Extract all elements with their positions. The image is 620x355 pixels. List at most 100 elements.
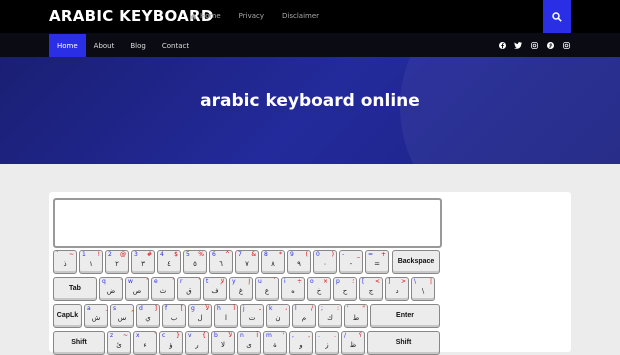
key-row3-1[interactable]: sٍس (110, 304, 134, 328)
key-shift-char: ـ (259, 305, 261, 312)
key-row4-5[interactable]: n آى (237, 331, 261, 355)
key-0[interactable]: ` ~ ذ (53, 250, 77, 274)
caps-lock-key[interactable]: CapLk (53, 304, 82, 328)
key-shift-char: / (310, 305, 313, 312)
key-7[interactable]: 7 & ٧ (235, 250, 259, 274)
key-row3-10[interactable]: ' " ط (344, 304, 368, 328)
key-arabic-char: م (301, 314, 307, 322)
top-link-privacy[interactable]: Privacy (239, 12, 264, 20)
key-row3-7[interactable]: k ، ن (266, 304, 290, 328)
key-row3-2[interactable]: d] ي (136, 304, 160, 328)
top-link-home[interactable]: Home (190, 12, 221, 20)
key-row4-4[interactable]: b لآ لا (211, 331, 235, 355)
key-arabic-char: \ (421, 287, 425, 295)
key-latin-char: , (292, 332, 294, 339)
nav-item-blog[interactable]: Blog (122, 34, 153, 57)
key-2[interactable]: 2 @٢ (105, 250, 129, 274)
key-row2-12[interactable]: \ | \ (411, 277, 435, 301)
key-row4-0[interactable]: z ~ ئ (107, 331, 131, 355)
key-row3-4[interactable]: g لأ ل (188, 304, 212, 328)
key-shift-char: * (279, 251, 282, 258)
key-row2-0[interactable]: qَض (99, 277, 123, 301)
key-latin-char: 8 (264, 251, 268, 258)
nav-item-contact[interactable]: Contact (154, 34, 197, 57)
key-shift-char: < (374, 278, 380, 285)
key-row2-3[interactable]: rٌق (177, 277, 201, 301)
key-row4-8[interactable]: .. ز (315, 331, 339, 355)
key-latin-char: 1 (82, 251, 86, 258)
key-row2-6[interactable]: u ` ع (255, 277, 279, 301)
site-brand[interactable]: ARABIC KEYBOARD (49, 7, 214, 25)
key-latin-char: u (258, 278, 262, 285)
key-row2-9[interactable]: p ؛ ح (333, 277, 357, 301)
key-row3-8[interactable]: l / م (292, 304, 316, 328)
key-row4-3[interactable]: v {ر (185, 331, 209, 355)
instagram-icon[interactable] (530, 41, 538, 49)
key-arabic-char: ٥ (193, 260, 197, 268)
key-latin-char: . (318, 332, 320, 339)
key-latin-char: [ (362, 278, 365, 285)
backspace-key[interactable]: Backspace (392, 250, 440, 274)
key-row4-9[interactable]: / ؟ ظ (341, 331, 365, 355)
key-arabic-char: ٣ (141, 260, 145, 268)
key-3[interactable]: 3 #٣ (131, 250, 155, 274)
key-arabic-char: ي (145, 314, 151, 322)
key-shift-char: _ (357, 251, 360, 258)
pinterest-icon[interactable] (546, 41, 554, 49)
key-row3-9[interactable]: ;: ك (318, 304, 342, 328)
key-row2-2[interactable]: eُث (151, 277, 175, 301)
key-shift-char: : (336, 305, 339, 312)
shift-left-key[interactable]: Shift (53, 331, 105, 355)
key-shift-char: لإ (220, 278, 224, 285)
key-latin-char: c (162, 332, 166, 339)
key-shift-char: إ (248, 278, 250, 285)
key-row2-8[interactable]: o × خ (307, 277, 331, 301)
shift-right-key[interactable]: Shift (367, 331, 440, 355)
key-6[interactable]: 6 ^ ٦ (209, 250, 233, 274)
key-arabic-char: = (374, 260, 380, 268)
key-4[interactable]: 4 $٤ (157, 250, 181, 274)
key-row3-3[interactable]: f [ب (162, 304, 186, 328)
key-row2-7[interactable]: i ÷ ه (281, 277, 305, 301)
key-shift-char: , (308, 332, 310, 339)
key-latin-char: / (344, 332, 347, 339)
key-latin-char: m (266, 332, 272, 339)
enter-key[interactable]: Enter (370, 304, 440, 328)
key-arabic-char: ر (195, 341, 199, 349)
key-5[interactable]: 5% ٥ (183, 250, 207, 274)
key-row2-4[interactable]: t لإ ف (203, 277, 227, 301)
key-1[interactable]: 1! ١ (79, 250, 103, 274)
keyboard-text-area[interactable] (53, 198, 442, 248)
key-11[interactable]: - _ - (339, 250, 363, 274)
key-row3-0[interactable]: aِش (84, 304, 108, 328)
key-row3-5[interactable]: h أا (214, 304, 238, 328)
key-row3-6[interactable]: j ـت (240, 304, 264, 328)
nav-item-about[interactable]: About (86, 34, 123, 57)
tab-key[interactable]: Tab (53, 277, 97, 301)
key-row2-10[interactable]: [< ج (359, 277, 383, 301)
key-12[interactable]: = + = (365, 250, 389, 274)
key-shift-char: ) (331, 251, 334, 258)
key-latin-char: 0 (316, 251, 320, 258)
instagram-icon[interactable] (562, 41, 570, 49)
key-row4-6[interactable]: m ' ة (263, 331, 287, 355)
key-9[interactable]: 9 (٩ (287, 250, 311, 274)
key-row2-1[interactable]: wًص (125, 277, 149, 301)
key-row4-1[interactable]: xْء (133, 331, 157, 355)
key-shift-char: { (202, 332, 206, 339)
twitter-icon[interactable] (514, 41, 522, 49)
key-row2-11[interactable]: ] > د (385, 277, 409, 301)
key-latin-char: b (214, 332, 218, 339)
key-latin-char: ` (56, 251, 59, 258)
top-link-disclaimer[interactable]: Disclaimer (282, 12, 319, 20)
key-arabic-char: ء (143, 341, 147, 349)
key-row2-5[interactable]: y إغ (229, 277, 253, 301)
key-row4-2[interactable]: c} ؤ (159, 331, 183, 355)
key-8[interactable]: 8 * ٨ (261, 250, 285, 274)
key-row4-7[interactable]: ,, و (289, 331, 313, 355)
key-latin-char: p (336, 278, 340, 285)
facebook-icon[interactable] (498, 41, 506, 49)
key-10[interactable]: 0) ٠ (313, 250, 337, 274)
search-button[interactable] (543, 0, 571, 33)
nav-item-home[interactable]: Home (49, 34, 86, 57)
